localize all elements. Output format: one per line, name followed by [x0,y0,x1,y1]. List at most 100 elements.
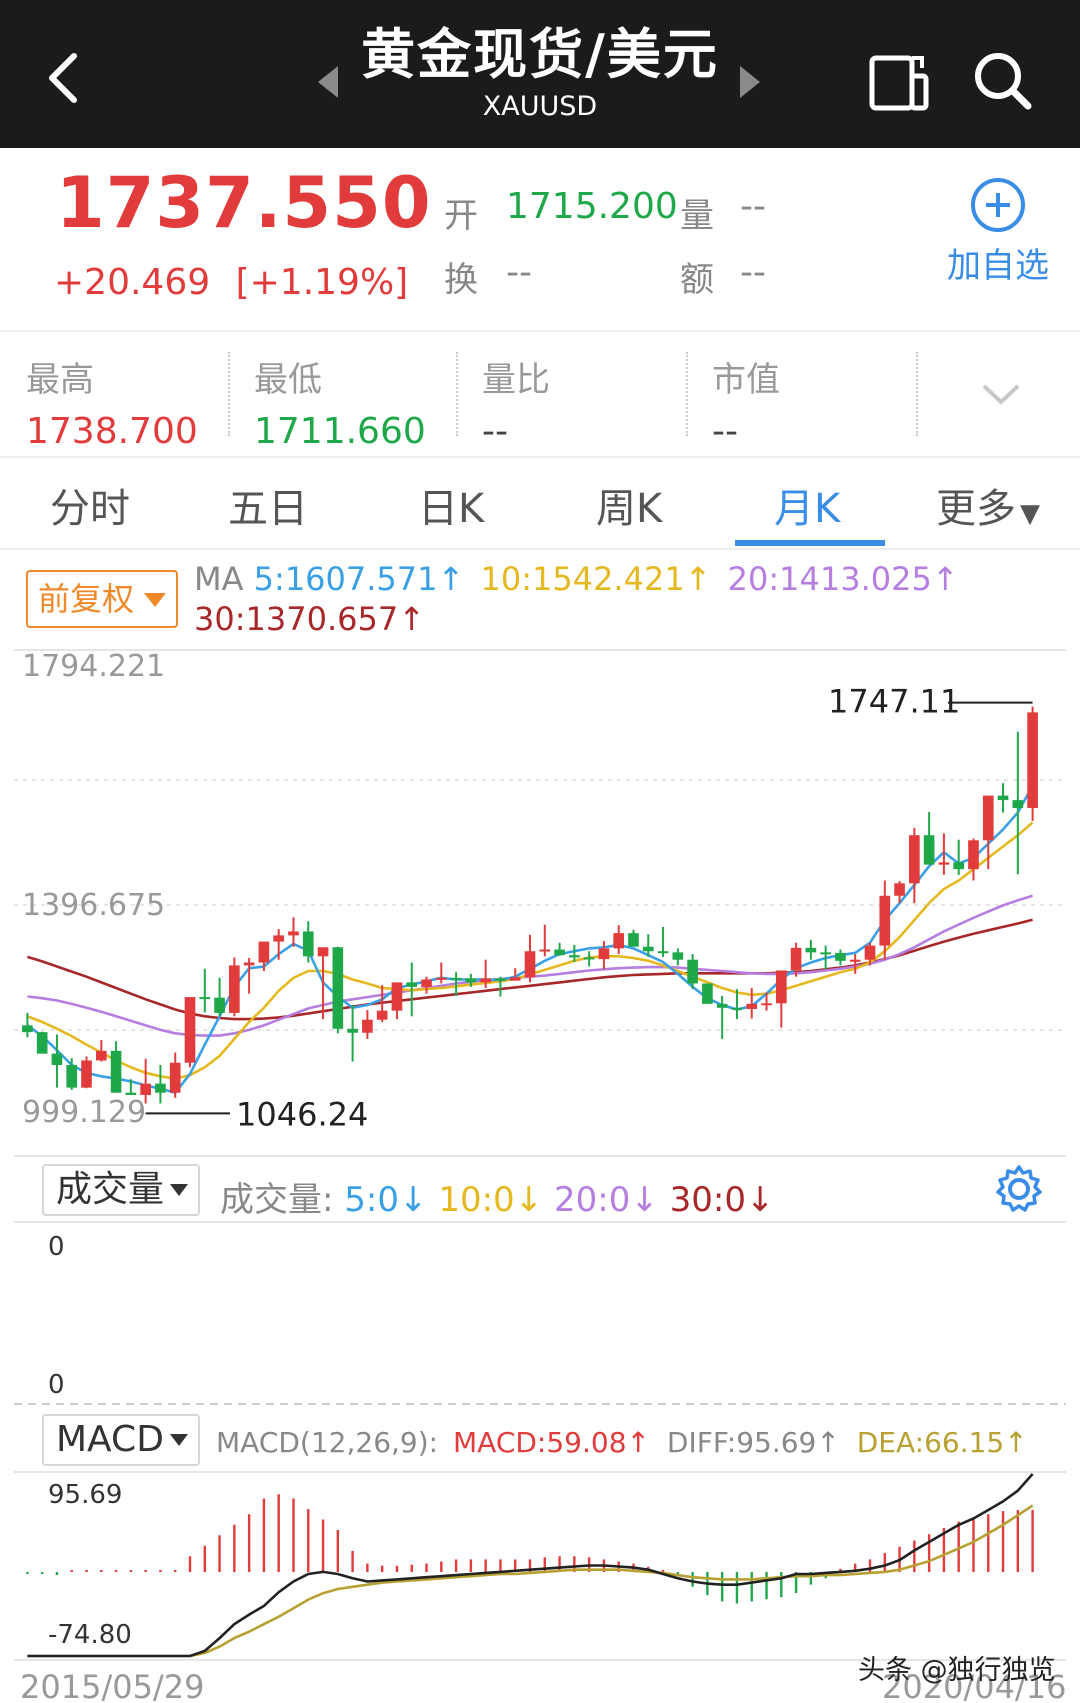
candle-body [332,947,344,1029]
candle-body [997,795,1009,801]
candle-body [805,947,817,953]
candle-body [435,977,447,980]
macd-info: MACD(12,26,9): MACD:59.08↑ DIFF:95.69↑ D… [216,1426,1028,1459]
vol-ma10: 10:0 [438,1180,515,1220]
caret-down-icon [170,1434,188,1446]
candle-body [775,970,787,1004]
volume-indicator-select[interactable]: 成交量 [42,1164,200,1216]
candle-body [1027,712,1038,809]
macd-indicator-select[interactable]: MACD [42,1414,200,1466]
settings-gear-icon[interactable] [994,1164,1044,1214]
watermark: 头条 @独行独览 [858,1655,1056,1686]
down-arrow-icon: ↓ [399,1180,428,1220]
candle-body [480,978,491,983]
candle-body [583,957,595,960]
candle-body [509,977,521,981]
candle-body [229,965,240,1013]
dea-value: DEA:66.15 [856,1426,1005,1459]
candle-body [140,1083,151,1095]
candle-body [406,982,418,987]
down-arrow-icon: ↓ [514,1180,544,1220]
candle-body [923,835,935,865]
candle-body [642,946,654,952]
candle-body [909,835,920,884]
down-arrow-icon: ↓ [630,1180,659,1220]
candle-body [214,997,225,1013]
candle-body [746,1003,758,1009]
candle-body [376,1010,388,1020]
y-tick-label: 1396.675 [22,888,165,923]
candle-body [598,948,610,960]
candle-body [569,955,580,958]
caret-down-icon [170,1184,188,1196]
macd-bottom-tick: -74.80 [48,1620,132,1650]
candle-body [421,979,432,987]
macd-select-label: MACD [56,1419,164,1460]
candle-body [731,1007,743,1010]
candle-body [66,1064,78,1088]
candle-body [982,795,994,841]
candle-body [849,959,861,962]
candle-body [835,952,846,961]
volume-top-tick: 0 [48,1232,65,1262]
candle-body [554,949,565,956]
vol-ma5: 5:0 [344,1180,399,1220]
candle-body [894,883,905,896]
volume-bottom-tick: 0 [48,1370,65,1400]
candle-body [879,895,891,946]
candle-body [953,862,965,870]
y-tick-label: 999.129 [22,1095,146,1130]
candle-body [81,1060,92,1088]
vol-ma20: 20:0 [553,1180,631,1220]
candle-body [199,997,211,1000]
volume-ma-info: 成交量: 5:0↓ 10:0↓ 20:0↓ 30:0↓ [220,1172,775,1221]
volume-title: 成交量: [220,1180,334,1220]
vol-ma30: 30:0 [669,1180,747,1220]
candle-body [95,1050,107,1061]
candle-body [968,840,979,870]
candle-body [657,951,669,954]
candle-body [362,1019,373,1033]
candle-body [524,951,536,978]
candle-body [539,949,551,952]
candle-body [22,1025,33,1033]
candle-body [1012,800,1024,809]
candle-body [36,1032,48,1054]
start-date: 2015/05/29 [20,1668,205,1703]
macd-value: MACD:59.08 [453,1426,627,1459]
candle-body [820,952,831,955]
min-annotation-label: 1046.24 [236,1095,368,1133]
candle-body [317,947,329,957]
candle-body [125,1092,137,1095]
candle-body [702,983,713,1004]
macd-top-tick: 95.69 [48,1480,123,1510]
diff-value: DIFF:95.69 [666,1426,817,1459]
candle-body [302,931,314,957]
candle-body [465,978,477,983]
dea-line [27,1504,1034,1658]
candle-body [450,977,462,980]
candle-body [761,1003,772,1006]
candle-body [628,933,639,947]
candle-body [110,1050,122,1093]
candle-body [288,931,299,936]
max-annotation-label: 1747.11 [828,683,960,721]
macd-params: MACD(12,26,9): [216,1426,439,1459]
down-arrow-icon: ↓ [746,1180,775,1220]
candle-body [155,1083,166,1093]
candle-body [938,862,950,865]
candle-body [391,982,403,1011]
candle-body [790,947,802,971]
candle-body [347,1028,358,1033]
candle-body [258,941,270,963]
candle-body [495,978,506,981]
candle-body [613,933,625,949]
candle-body [184,997,196,1063]
y-tick-label: 1794.221 [22,649,165,684]
candle-body [687,959,698,984]
candle-body [51,1053,63,1065]
candle-body [716,1003,728,1008]
up-arrow-icon: ↑ [626,1426,650,1459]
volume-select-label: 成交量 [56,1169,165,1210]
up-arrow-icon: ↑ [816,1426,840,1459]
